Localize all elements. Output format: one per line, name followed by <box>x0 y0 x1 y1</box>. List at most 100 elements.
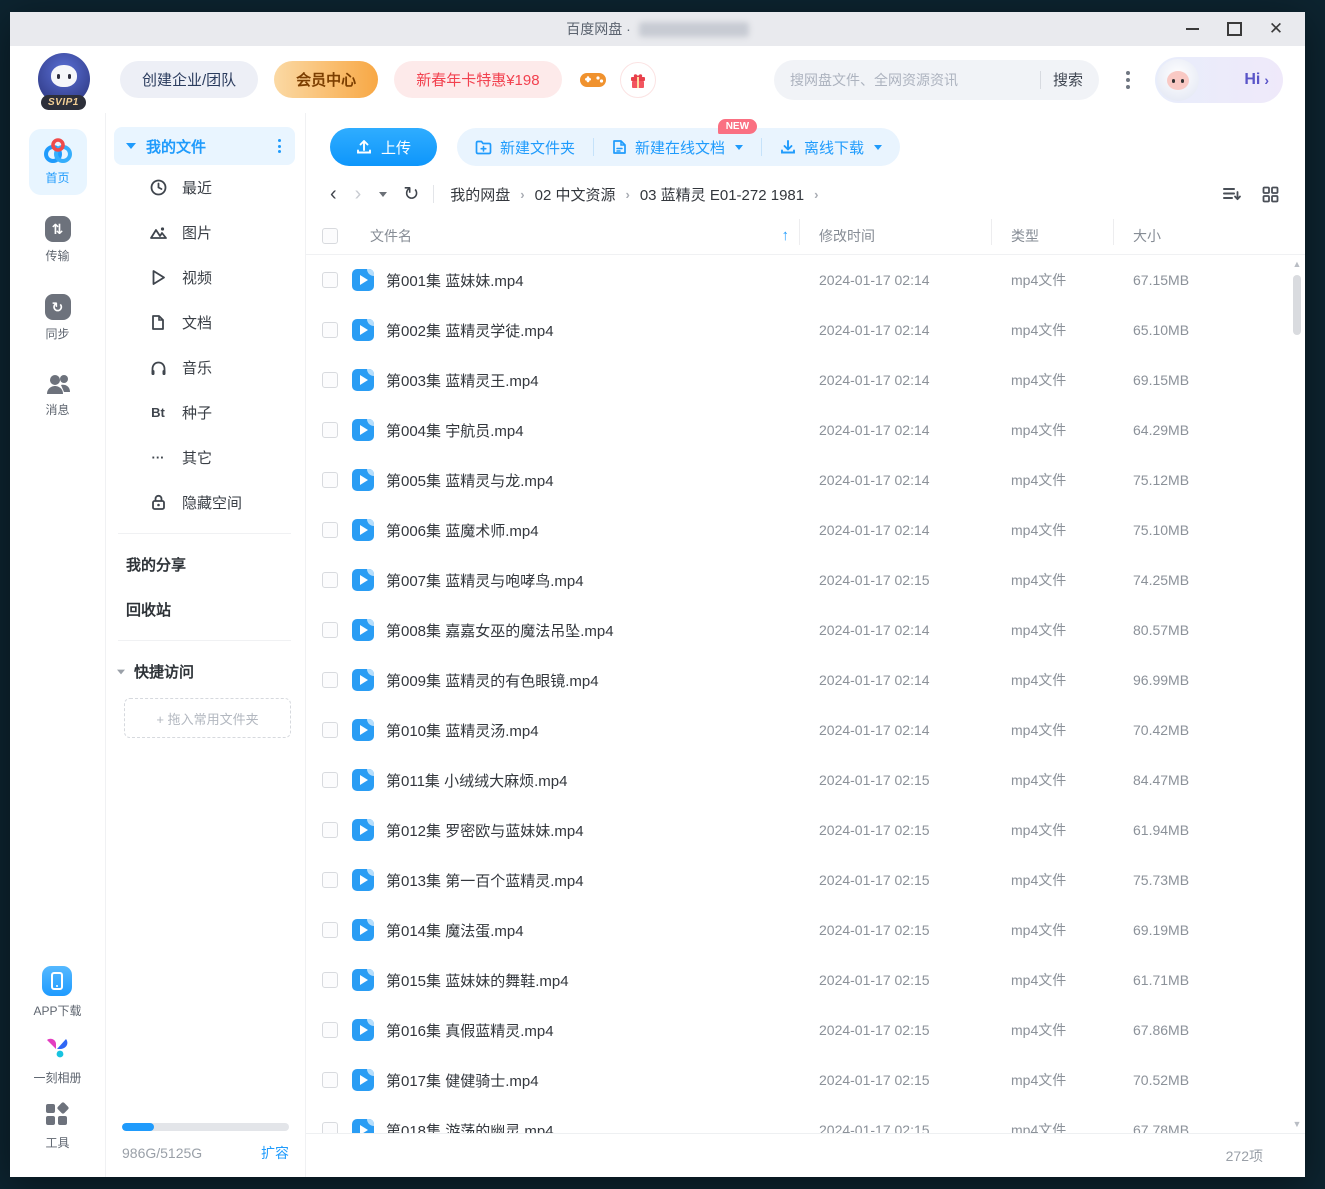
collapse-icon[interactable] <box>126 143 136 149</box>
table-row[interactable]: 第011集 小绒绒大麻烦.mp4 2024-01-17 02:15 mp4文件 … <box>306 755 1305 805</box>
column-header-size[interactable]: 大小 <box>1113 226 1263 246</box>
table-row[interactable]: 第007集 蓝精灵与咆哮鸟.mp4 2024-01-17 02:15 mp4文件… <box>306 555 1305 605</box>
row-checkbox[interactable] <box>322 272 338 288</box>
nav-item-music[interactable]: 音乐 <box>114 345 295 390</box>
nav-item-images[interactable]: 图片 <box>114 210 295 255</box>
file-name[interactable]: 第013集 第一百个蓝精灵.mp4 <box>374 870 799 891</box>
search-input[interactable]: 搜网盘文件、全网资源资讯 搜索 <box>774 60 1099 100</box>
file-name[interactable]: 第004集 宇航员.mp4 <box>374 420 799 441</box>
table-row[interactable]: 第003集 蓝精灵王.mp4 2024-01-17 02:14 mp4文件 69… <box>306 355 1305 405</box>
refresh-button[interactable]: ↻ <box>403 183 419 206</box>
more-menu-icon[interactable] <box>1113 71 1143 89</box>
breadcrumb-item[interactable]: 02 中文资源 <box>535 184 616 205</box>
back-button[interactable]: ‹ <box>330 184 337 204</box>
file-name[interactable]: 第007集 蓝精灵与咆哮鸟.mp4 <box>374 570 799 591</box>
row-checkbox[interactable] <box>322 822 338 838</box>
row-checkbox[interactable] <box>322 772 338 788</box>
nav-my-files[interactable]: 我的文件 <box>114 127 295 165</box>
search-button[interactable]: 搜索 <box>1053 69 1083 90</box>
row-checkbox[interactable] <box>322 622 338 638</box>
file-name[interactable]: 第016集 真假蓝精灵.mp4 <box>374 1020 799 1041</box>
select-all-checkbox[interactable] <box>322 228 338 244</box>
nav-quick-access[interactable]: 快捷访问 <box>114 649 295 692</box>
promo-button[interactable]: 新春年卡特惠¥198 <box>394 61 561 98</box>
row-checkbox[interactable] <box>322 722 338 738</box>
file-name[interactable]: 第005集 蓝精灵与龙.mp4 <box>374 470 799 491</box>
close-button[interactable]: ✕ <box>1255 12 1297 46</box>
rail-item-home[interactable]: 首页 <box>29 129 87 195</box>
row-checkbox[interactable] <box>322 372 338 388</box>
nav-item-hidden-space[interactable]: 隐藏空间 <box>114 480 295 525</box>
table-row[interactable]: 第014集 魔法蛋.mp4 2024-01-17 02:15 mp4文件 69.… <box>306 905 1305 955</box>
column-header-time[interactable]: 修改时间 <box>799 226 991 246</box>
nav-item-torrents[interactable]: Bt 种子 <box>114 390 295 435</box>
table-row[interactable]: 第004集 宇航员.mp4 2024-01-17 02:14 mp4文件 64.… <box>306 405 1305 455</box>
sort-list-icon[interactable] <box>1222 186 1242 202</box>
table-row[interactable]: 第006集 蓝魔术师.mp4 2024-01-17 02:14 mp4文件 75… <box>306 505 1305 555</box>
grid-view-icon[interactable] <box>1262 186 1279 203</box>
table-row[interactable]: 第002集 蓝精灵学徒.mp4 2024-01-17 02:14 mp4文件 6… <box>306 305 1305 355</box>
file-name[interactable]: 第011集 小绒绒大麻烦.mp4 <box>374 770 799 791</box>
minimize-button[interactable] <box>1171 12 1213 46</box>
user-avatar[interactable]: SVIP1 <box>38 53 92 107</box>
nav-item-docs[interactable]: 文档 <box>114 300 295 345</box>
create-team-button[interactable]: 创建企业/团队 <box>120 61 258 98</box>
file-name[interactable]: 第012集 罗密欧与蓝妹妹.mp4 <box>374 820 799 841</box>
table-row[interactable]: 第013集 第一百个蓝精灵.mp4 2024-01-17 02:15 mp4文件… <box>306 855 1305 905</box>
nav-item-recent[interactable]: 最近 <box>114 165 295 210</box>
rail-item-message[interactable]: 消息 <box>29 363 87 427</box>
breadcrumb-item[interactable]: 03 蓝精灵 E01-272 1981 <box>640 184 804 205</box>
table-row[interactable]: 第017集 健健骑士.mp4 2024-01-17 02:15 mp4文件 70… <box>306 1055 1305 1105</box>
file-name[interactable]: 第014集 魔法蛋.mp4 <box>374 920 799 941</box>
table-row[interactable]: 第016集 真假蓝精灵.mp4 2024-01-17 02:15 mp4文件 6… <box>306 1005 1305 1055</box>
column-header-type[interactable]: 类型 <box>991 226 1113 246</box>
pinned-folder-dropzone[interactable]: + 拖入常用文件夹 <box>124 698 291 738</box>
table-row[interactable]: 第015集 蓝妹妹的舞鞋.mp4 2024-01-17 02:15 mp4文件 … <box>306 955 1305 1005</box>
table-row[interactable]: 第010集 蓝精灵汤.mp4 2024-01-17 02:14 mp4文件 70… <box>306 705 1305 755</box>
offline-download-button[interactable]: 离线下载 <box>762 128 900 166</box>
file-name[interactable]: 第002集 蓝精灵学徒.mp4 <box>374 320 799 341</box>
breadcrumb-item[interactable]: 我的网盘 <box>450 184 510 205</box>
table-row[interactable]: 第008集 嘉嘉女巫的魔法吊坠.mp4 2024-01-17 02:14 mp4… <box>306 605 1305 655</box>
row-checkbox[interactable] <box>322 1072 338 1088</box>
row-checkbox[interactable] <box>322 472 338 488</box>
nav-item-videos[interactable]: 视频 <box>114 255 295 300</box>
nav-recycle-bin[interactable]: 回收站 <box>114 587 295 632</box>
file-name[interactable]: 第009集 蓝精灵的有色眼镜.mp4 <box>374 670 799 691</box>
nav-item-others[interactable]: ··· 其它 <box>114 435 295 480</box>
scrollbar-thumb[interactable] <box>1293 275 1301 335</box>
table-row[interactable]: 第012集 罗密欧与蓝妹妹.mp4 2024-01-17 02:15 mp4文件… <box>306 805 1305 855</box>
my-files-more-icon[interactable] <box>274 135 285 157</box>
table-row[interactable]: 第018集 游荡的幽灵.mp4 2024-01-17 02:15 mp4文件 6… <box>306 1105 1305 1133</box>
nav-my-share[interactable]: 我的分享 <box>114 542 295 587</box>
maximize-button[interactable] <box>1213 12 1255 46</box>
file-name[interactable]: 第018集 游荡的幽灵.mp4 <box>374 1120 799 1134</box>
rail-item-sync[interactable]: ↻ 同步 <box>29 285 87 351</box>
gift-icon[interactable] <box>620 62 656 98</box>
assistant-widget[interactable]: Hi › <box>1155 57 1283 103</box>
scroll-up-icon[interactable]: ▲ <box>1293 257 1302 271</box>
file-name[interactable]: 第017集 健健骑士.mp4 <box>374 1070 799 1091</box>
row-checkbox[interactable] <box>322 672 338 688</box>
row-checkbox[interactable] <box>322 322 338 338</box>
album-button[interactable]: 一刻相册 <box>33 1035 81 1086</box>
expand-storage-link[interactable]: 扩容 <box>261 1143 289 1163</box>
sort-up-icon[interactable]: ↑ <box>782 227 800 244</box>
file-name[interactable]: 第006集 蓝魔术师.mp4 <box>374 520 799 541</box>
new-folder-button[interactable]: 新建文件夹 <box>457 128 593 166</box>
file-name[interactable]: 第015集 蓝妹妹的舞鞋.mp4 <box>374 970 799 991</box>
file-name[interactable]: 第010集 蓝精灵汤.mp4 <box>374 720 799 741</box>
table-row[interactable]: 第001集 蓝妹妹.mp4 2024-01-17 02:14 mp4文件 67.… <box>306 255 1305 305</box>
scrollbar[interactable]: ▲ ▼ <box>1290 257 1304 1131</box>
table-row[interactable]: 第009集 蓝精灵的有色眼镜.mp4 2024-01-17 02:14 mp4文… <box>306 655 1305 705</box>
row-checkbox[interactable] <box>322 922 338 938</box>
scroll-down-icon[interactable]: ▼ <box>1293 1117 1302 1131</box>
row-checkbox[interactable] <box>322 422 338 438</box>
row-checkbox[interactable] <box>322 572 338 588</box>
row-checkbox[interactable] <box>322 872 338 888</box>
new-online-doc-button[interactable]: NEW 新建在线文档 <box>594 128 761 166</box>
upload-button[interactable]: 上传 <box>330 128 437 166</box>
tools-button[interactable]: 工具 <box>44 1102 70 1151</box>
app-download-button[interactable]: APP下载 <box>33 966 81 1019</box>
history-dropdown-icon[interactable] <box>379 192 387 197</box>
